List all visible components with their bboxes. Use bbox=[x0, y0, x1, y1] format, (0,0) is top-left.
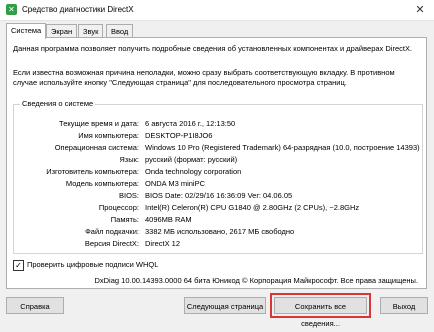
tab-sound[interactable]: Звук bbox=[78, 24, 104, 38]
info-value: 6 августа 2016 г., 12:13:50 bbox=[145, 119, 236, 128]
next-page-button[interactable]: Следующая страница bbox=[184, 297, 266, 314]
info-value: DirectX 12 bbox=[145, 239, 181, 248]
info-label: Операционная система: bbox=[54, 143, 139, 152]
info-value: русский (формат: русский) bbox=[145, 155, 238, 164]
info-row-model: Модель компьютера: ONDA M3 miniPC bbox=[14, 179, 414, 189]
info-label: Процессор: bbox=[98, 203, 139, 212]
info-row-memory: Память: 4096MB RAM bbox=[14, 215, 414, 225]
info-label: Память: bbox=[110, 215, 139, 224]
system-info-group: Сведения о системе Текущие время и дата:… bbox=[13, 99, 423, 254]
info-row-page-file: Файл подкачки: 3382 МБ использовано, 261… bbox=[14, 227, 414, 237]
info-label: Изготовитель компьютера: bbox=[46, 167, 139, 176]
whql-checkbox[interactable]: ✓ bbox=[13, 260, 24, 271]
info-label: Версия DirectX: bbox=[84, 239, 139, 248]
title-bar: ✕ Средство диагностики DirectX ✕ bbox=[0, 0, 434, 21]
info-value: Intel(R) Celeron(R) CPU G1840 @ 2.80GHz … bbox=[145, 203, 360, 212]
directx-app-icon: ✕ bbox=[6, 4, 17, 15]
tab-display[interactable]: Экран bbox=[46, 24, 78, 38]
info-row-directx-version: Версия DirectX: DirectX 12 bbox=[14, 239, 414, 249]
info-label: Имя компьютера: bbox=[78, 131, 139, 140]
window-title: Средство диагностики DirectX bbox=[22, 5, 134, 14]
info-value: DESKTOP-P1I8JO6 bbox=[145, 131, 213, 140]
info-label: Модель компьютера: bbox=[65, 179, 139, 188]
info-value: Windows 10 Pro (Registered Trademark) 64… bbox=[145, 143, 420, 152]
tab-system[interactable]: Система bbox=[6, 23, 47, 39]
info-row-os: Операционная система: Windows 10 Pro (Re… bbox=[14, 143, 420, 153]
info-value: Onda technology corporation bbox=[145, 167, 242, 176]
info-row-language: Язык: русский (формат: русский) bbox=[14, 155, 414, 165]
close-window-button[interactable]: ✕ bbox=[406, 0, 434, 20]
info-row-datetime: Текущие время и дата: 6 августа 2016 г.,… bbox=[14, 119, 414, 129]
info-row-bios: BIOS: BIOS Date: 02/29/16 16:36:09 Ver: … bbox=[14, 191, 414, 201]
info-value: 3382 МБ использовано, 2617 МБ свободно bbox=[145, 227, 295, 236]
info-row-manufacturer: Изготовитель компьютера: Onda technology… bbox=[14, 167, 414, 177]
tab-input[interactable]: Ввод bbox=[106, 24, 134, 38]
hint-text: Если известна возможная причина неполадк… bbox=[13, 68, 395, 87]
info-row-computer-name: Имя компьютера: DESKTOP-P1I8JO6 bbox=[14, 131, 414, 141]
system-tab-panel: Данная программа позволяет получить подр… bbox=[6, 37, 427, 289]
info-value: ONDA M3 miniPC bbox=[145, 179, 206, 188]
system-info-group-title: Сведения о системе bbox=[20, 99, 96, 108]
info-label: BIOS: bbox=[118, 191, 139, 200]
copyright-text: DxDiag 10.00.14393.0000 64 бита Юникод ©… bbox=[94, 276, 418, 285]
info-value: 4096MB RAM bbox=[145, 215, 192, 224]
exit-button[interactable]: Выход bbox=[380, 297, 428, 314]
whql-checkbox-label[interactable]: Проверить цифровые подписи WHQL bbox=[27, 260, 158, 269]
info-row-processor: Процессор: Intel(R) Celeron(R) CPU G1840… bbox=[14, 203, 414, 213]
info-label: Файл подкачки: bbox=[85, 227, 139, 236]
save-button-highlight bbox=[270, 293, 371, 318]
help-button[interactable]: Справка bbox=[6, 297, 64, 314]
info-label: Текущие время и дата: bbox=[59, 119, 139, 128]
info-value: BIOS Date: 02/29/16 16:36:09 Ver: 04.06.… bbox=[145, 191, 293, 200]
info-label: Язык: bbox=[119, 155, 139, 164]
intro-text: Данная программа позволяет получить подр… bbox=[13, 44, 413, 53]
